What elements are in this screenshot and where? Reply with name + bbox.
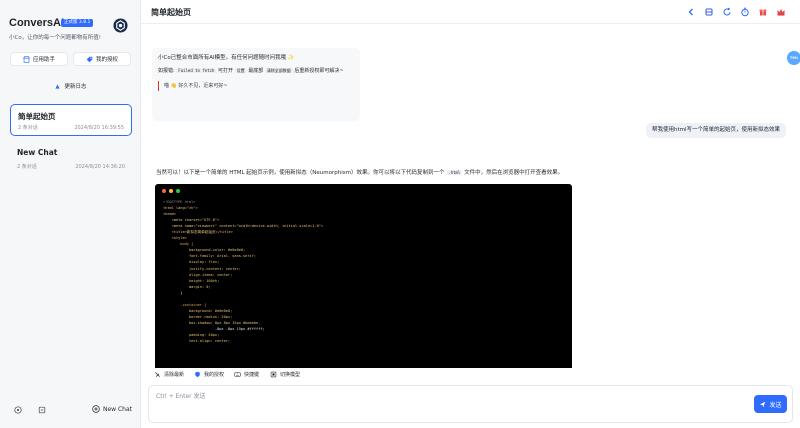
user-message: 帮我使用html写一个简单的起始页，使用新拟态效果 xyxy=(645,123,786,138)
text-segment: 文件中，然后在浏览器中打开查看效果。 xyxy=(464,170,564,176)
send-icon xyxy=(760,401,766,407)
conversation-date: 2024/8/20 16:39:55 xyxy=(74,125,124,131)
tool-license[interactable]: 我的授权 xyxy=(194,371,224,378)
bot-message-line: 如报错: Failed to fetch 可打开 设置 最底部 清除全部数据 后… xyxy=(158,67,344,74)
changelog-icon xyxy=(55,83,61,89)
tool-label: 我的授权 xyxy=(204,372,225,378)
changelog-label: 更新日志 xyxy=(64,84,87,90)
tool-switch-model[interactable]: 切换模型 xyxy=(270,371,300,378)
broom-icon xyxy=(155,372,160,377)
license-label: 我的授权 xyxy=(95,57,118,63)
settings-icon[interactable] xyxy=(14,406,22,414)
conversation-count: 2 条对话 xyxy=(17,164,37,170)
tool-clear[interactable]: 清除最新 xyxy=(154,371,184,378)
gift-icon[interactable] xyxy=(758,7,768,17)
tool-label: 清除最新 xyxy=(164,372,185,378)
tag-icon xyxy=(86,56,93,62)
app-name: ConversAI xyxy=(9,17,65,29)
conversation-title: New Chat xyxy=(17,148,58,157)
chat-header: 简单起始页 xyxy=(141,0,800,24)
assistant-label: 应用助手 xyxy=(32,57,55,63)
text-segment: 当然可以！以下是一个简单的 HTML 起始页示例，使用新拟态（Neumorphi… xyxy=(156,170,445,176)
page-title: 简单起始页 xyxy=(151,8,191,17)
code-line: text-align: center; xyxy=(163,339,231,344)
blockquote: 喵 👋 好久不见，近来可好~ xyxy=(158,81,228,91)
inline-code: .html xyxy=(446,170,463,175)
scroll-badge[interactable]: 79% xyxy=(787,51,800,65)
tool-shortcuts[interactable]: 快捷键 xyxy=(234,371,259,378)
window-minimize-dot xyxy=(169,189,173,193)
conversation-date: 2024/8/20 14:36:20 xyxy=(75,164,125,170)
refresh-icon[interactable] xyxy=(722,7,732,17)
send-button[interactable]: 发送 xyxy=(754,395,787,413)
new-chat-label: New Chat xyxy=(103,405,133,413)
text-segment: 后重新授权即可解决~ xyxy=(294,68,344,74)
window-maximize-dot xyxy=(176,189,180,193)
conversation-title: 简单起始页 xyxy=(18,112,56,121)
conversation-item[interactable]: New Chat 2 条对话 2024/8/20 14:36:20 xyxy=(10,142,132,174)
tagline: 小Co，让你的每一个问题都物有所值! xyxy=(9,35,101,41)
crown-icon[interactable] xyxy=(776,7,786,17)
code-content: <!DOCTYPE html> <html lang="zh"> <head> <m… xyxy=(163,199,323,344)
input-toolbar: 清除最新 我的授权 快捷键 切换模型 xyxy=(141,368,800,384)
inline-code: 设置 xyxy=(234,68,247,73)
bot-message-text: 当然可以！以下是一个简单的 HTML 起始页示例，使用新拟态（Neumorphi… xyxy=(156,168,563,176)
assistant-button[interactable]: 应用助手 xyxy=(10,52,68,66)
openai-logo-icon xyxy=(113,18,128,33)
store-icon xyxy=(23,55,30,63)
export-icon[interactable] xyxy=(38,406,46,414)
version-badge: 正式版 3.8.1 xyxy=(61,19,94,27)
tool-label: 切换模型 xyxy=(280,372,301,378)
inline-code: 清除全部数据 xyxy=(264,68,293,73)
sidebar: ConversAI 正式版 3.8.1 小Co，让你的每一个问题都物有所值! 应… xyxy=(0,0,141,428)
text-segment: 最底部 xyxy=(248,68,264,74)
text-segment: 如报错: xyxy=(158,68,175,74)
license-button[interactable]: 我的授权 xyxy=(73,52,131,66)
window-close-dot xyxy=(162,189,166,193)
message-input-box xyxy=(148,385,793,423)
bot-message-line: 小Co已整合市面所有AI模型。有任何问题随时问我哦 ✨ xyxy=(158,55,295,61)
code-block[interactable]: <!DOCTYPE html> <html lang="zh"> <head> <m… xyxy=(155,184,572,368)
plus-circle-icon xyxy=(92,405,100,413)
chat-area[interactable]: 小Co已整合市面所有AI模型。有任何问题随时问我哦 ✨ 如报错: Failed … xyxy=(141,25,800,368)
text-segment: 可打开 xyxy=(218,68,234,74)
message-input[interactable] xyxy=(156,391,746,417)
model-icon xyxy=(270,371,277,378)
bot-message: 小Co已整合市面所有AI模型。有任何问题随时问我哦 ✨ 如报错: Failed … xyxy=(152,48,360,121)
conversation-count: 2 条对话 xyxy=(18,125,38,131)
send-label: 发送 xyxy=(769,401,782,409)
changelog-button[interactable]: 更新日志 xyxy=(10,79,131,93)
conversation-item-active[interactable]: 简单起始页 2 条对话 2024/8/20 16:39:55 xyxy=(10,104,132,136)
shield-icon xyxy=(195,371,200,378)
chevron-left-icon[interactable] xyxy=(686,7,696,17)
dashboard-icon[interactable] xyxy=(704,7,714,17)
inline-code: Failed to fetch xyxy=(176,68,217,73)
tool-label: 快捷键 xyxy=(244,372,260,378)
timer-icon[interactable] xyxy=(740,7,750,17)
keyboard-icon xyxy=(234,372,241,377)
new-chat-button[interactable]: New Chat xyxy=(92,405,132,413)
